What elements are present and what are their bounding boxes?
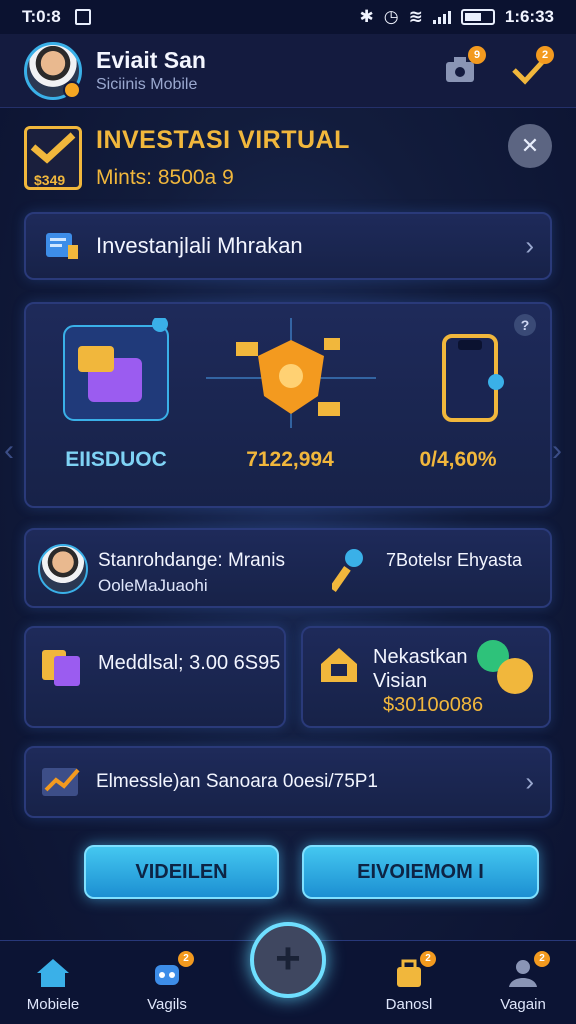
- tile-asset-2-caption: 7122,994: [246, 448, 334, 471]
- nav-vagils-badge: 2: [178, 951, 194, 967]
- battery-icon: [460, 9, 495, 25]
- tasks-count: 2: [536, 46, 554, 64]
- bluetooth-icon: ✱: [359, 7, 374, 26]
- user-name: Eviait San: [96, 47, 206, 73]
- nav-profile-badge: 2: [534, 951, 550, 967]
- tools-button[interactable]: ✕: [508, 124, 552, 168]
- investment-header: $349 INVESTASI VIRTUAL Mints: 8500a 9 ✕: [24, 120, 552, 200]
- help-icon[interactable]: ?: [514, 314, 536, 336]
- alarm-icon: ◷: [383, 7, 399, 26]
- chart-icon: [42, 768, 80, 796]
- nav-profile[interactable]: 2 Vagain: [478, 951, 568, 1021]
- status-bar: T:0:8 ✱ ◷ ≋ 1:6:33: [0, 0, 576, 34]
- notification-icon: [74, 9, 91, 25]
- chevron-left-icon[interactable]: ‹: [4, 434, 14, 468]
- vision-line-1: Nekastkan: [373, 646, 468, 668]
- status-time: T:0:8: [22, 7, 61, 26]
- add-button[interactable]: +: [250, 922, 326, 998]
- document-icon: [46, 233, 78, 259]
- nav-vagils[interactable]: 2 Vagils: [122, 951, 212, 1021]
- investment-amount: $349: [34, 172, 66, 188]
- nav-vagils-label: Vagils: [147, 996, 187, 1013]
- tile-asset-1-caption: EIISDUOC: [65, 448, 167, 471]
- cards-icon: [42, 650, 80, 686]
- nav-danosl-badge: 2: [420, 951, 436, 967]
- advisor-avatar: [38, 544, 88, 594]
- asset-tiles: ‹ EIISDUOC 7122,994 0/4,60% ? ›: [4, 302, 562, 510]
- notification-count: 9: [468, 46, 486, 64]
- nav-home-label: Mobiele: [26, 996, 80, 1013]
- coins-icon: [477, 640, 533, 694]
- chevron-right-icon[interactable]: ›: [552, 434, 562, 468]
- wifi-icon: ≋: [408, 7, 423, 26]
- chevron-right-icon: ›: [525, 230, 534, 261]
- signal-icon: [432, 10, 451, 24]
- wrench-icon: [332, 549, 363, 592]
- tasks-button[interactable]: 2: [510, 46, 554, 90]
- tile-asset-3-caption: 0/4,60%: [419, 448, 497, 471]
- growth-label: Elmessle)an Sanoara 0oesi/75P1: [96, 771, 379, 792]
- growth-list-item[interactable]: Elmessle)an Sanoara 0oesi/75P1 ›: [24, 746, 552, 818]
- phone-icon: [442, 334, 504, 422]
- nav-home[interactable]: Mobiele: [8, 951, 98, 1021]
- notifications-button[interactable]: 9: [442, 46, 486, 90]
- vision-amount: $3010o086: [383, 694, 484, 716]
- home-icon: [37, 959, 69, 987]
- investment-subtitle: Mints: 8500a 9: [96, 166, 234, 189]
- tile-asset-2[interactable]: 7122,994: [206, 304, 376, 510]
- advisor-subtitle: OoleMaJuaohi: [98, 576, 208, 595]
- investment-list-item[interactable]: Investanjlali Mhrakan ›: [24, 212, 552, 280]
- advisor-action[interactable]: 7Botelsr Ehyasta: [386, 550, 522, 571]
- vision-line-2: Visian: [373, 670, 428, 692]
- chevron-right-icon: ›: [525, 766, 534, 797]
- wallet-icon: [63, 318, 169, 421]
- investment-list-label: Investanjlali Mhrakan: [96, 233, 303, 258]
- tile-asset-3[interactable]: 0/4,60%: [378, 304, 538, 510]
- balance-card[interactable]: Meddlsal; 3.00 6S95: [24, 626, 286, 728]
- vision-card[interactable]: Nekastkan Visian $3010o086: [301, 626, 551, 728]
- avatar-badge: [63, 80, 81, 99]
- shield-icon: [206, 318, 376, 428]
- video-button[interactable]: VIDEILEN: [84, 845, 279, 899]
- investment-title: INVESTASI VIRTUAL: [96, 126, 350, 154]
- tile-asset-1[interactable]: EIISDUOC: [36, 304, 196, 510]
- nav-profile-label: Vagain: [500, 996, 546, 1013]
- advisor-name: Stanrohdange: Mranis: [98, 550, 285, 571]
- nav-danosl-label: Danosl: [385, 996, 433, 1013]
- advisor-card[interactable]: Stanrohdange: Mranis OoleMaJuaohi 7Botel…: [24, 528, 552, 608]
- investment-action-button[interactable]: EIVOIEMOM I: [302, 845, 539, 899]
- user-subtitle: Siciinis Mobile: [96, 76, 198, 93]
- avatar[interactable]: [24, 41, 82, 100]
- balance-label: Meddlsal; 3.00 6S95: [98, 652, 281, 674]
- status-clock: 1:6:33: [504, 7, 554, 26]
- wrench-icon: ✕: [520, 133, 540, 158]
- app-header: Eviait San Siciinis Mobile 9 2: [0, 34, 576, 108]
- nav-danosl[interactable]: 2 Danosl: [364, 951, 454, 1021]
- checkmark-icon: [30, 132, 76, 164]
- house-icon: [321, 648, 357, 682]
